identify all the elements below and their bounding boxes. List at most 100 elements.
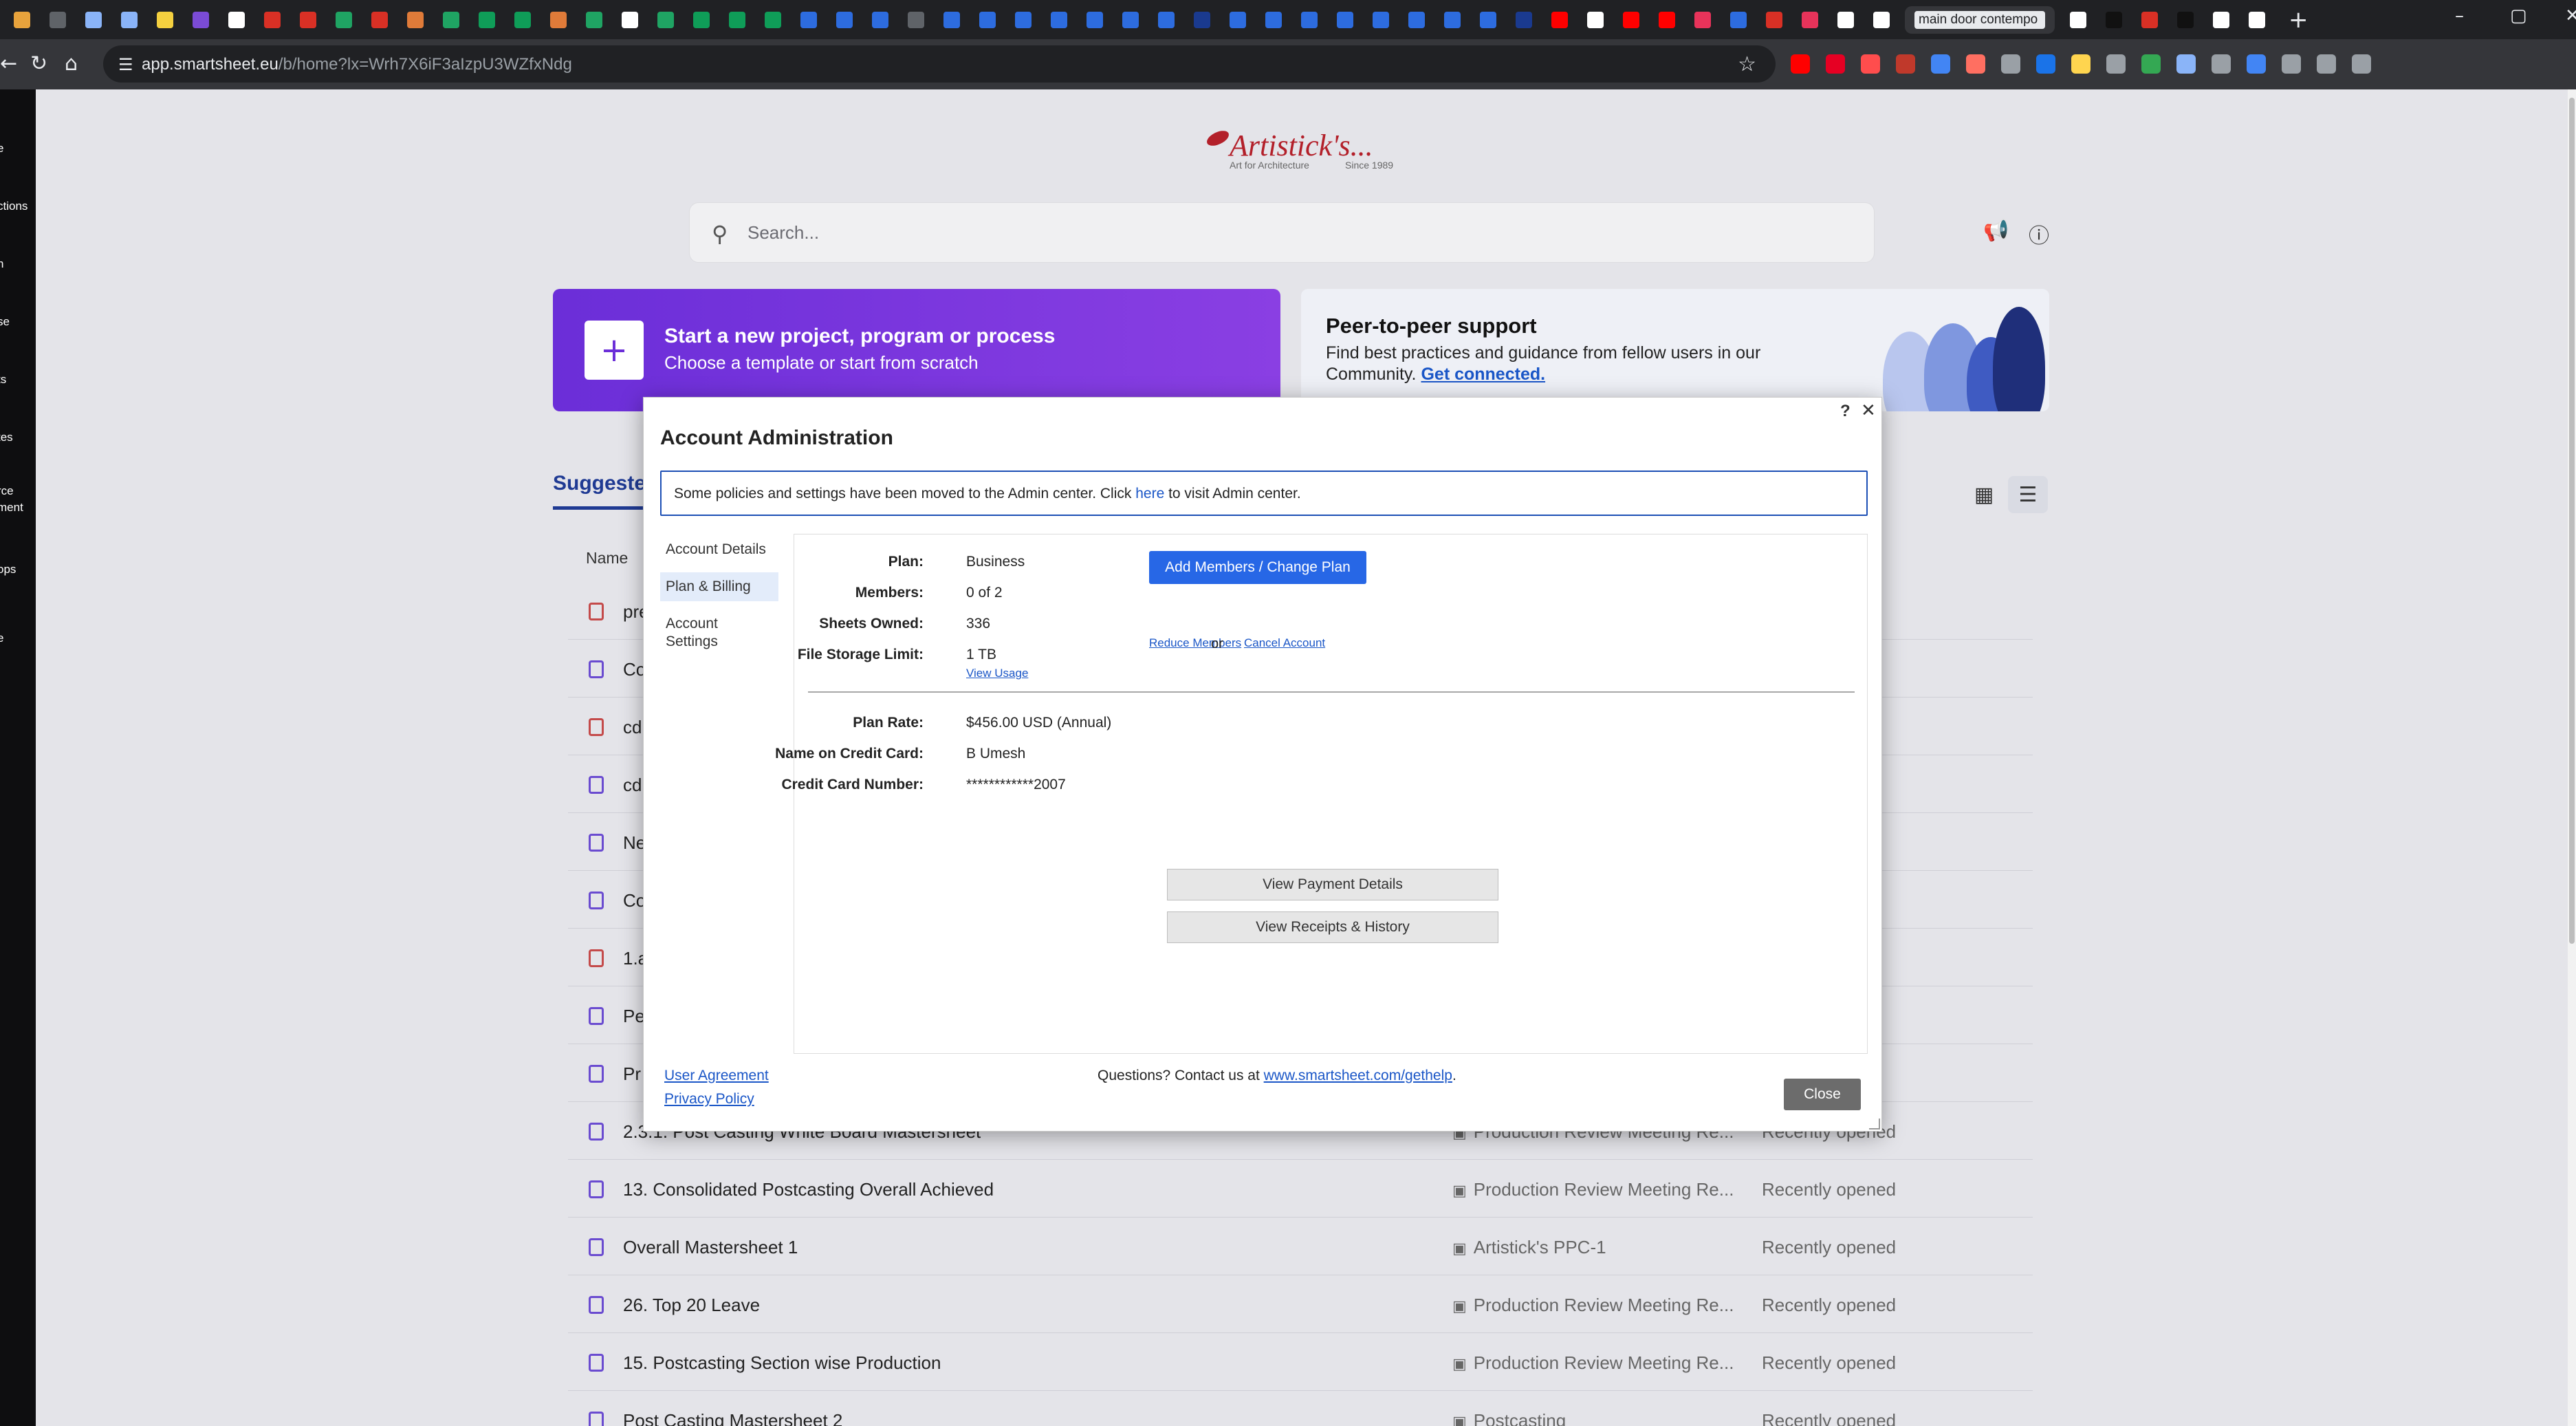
scrollbar-thumb[interactable]: [2569, 98, 2575, 944]
row-name[interactable]: Overall Mastersheet 1: [623, 1237, 798, 1258]
extension-icon[interactable]: [2212, 54, 2231, 74]
tab-favicon-icon[interactable]: [622, 11, 638, 28]
rail-item-label[interactable]: rce: [0, 484, 14, 498]
tab-favicon-icon[interactable]: [1230, 11, 1246, 28]
tab-favicon-icon[interactable]: [85, 11, 102, 28]
rail-item-label[interactable]: ts: [0, 373, 6, 387]
extension-icon[interactable]: [2071, 54, 2091, 74]
row-name[interactable]: Post Casting Mastersheet 2: [623, 1410, 842, 1426]
home-icon[interactable]: ⌂: [65, 52, 78, 76]
grid-view-icon[interactable]: ▦: [1964, 476, 2004, 513]
tab-favicon-icon[interactable]: [336, 11, 352, 28]
tab-favicon-icon[interactable]: [550, 11, 567, 28]
minimize-button[interactable]: –: [2455, 6, 2464, 26]
table-row[interactable]: 15. Postcasting Section wise Production ▣…: [568, 1333, 2033, 1391]
tab-favicon-icon[interactable]: [800, 11, 817, 28]
extension-icon[interactable]: [2176, 54, 2196, 74]
tab-favicon-icon[interactable]: [1480, 11, 1496, 28]
tab-favicon-icon[interactable]: [157, 11, 173, 28]
extension-icon[interactable]: [2317, 54, 2336, 74]
table-row[interactable]: 26. Top 20 Leave ▣ Production Review Meeti…: [568, 1275, 2033, 1333]
reload-icon[interactable]: ↻: [30, 52, 47, 76]
extension-icon[interactable]: [1896, 54, 1915, 74]
tab-favicon-icon[interactable]: [1087, 11, 1103, 28]
rail-item-label[interactable]: e: [0, 142, 3, 155]
cancel-account-link[interactable]: Cancel Account: [1244, 636, 1325, 650]
rail-item-label[interactable]: tes: [0, 431, 13, 444]
tab-favicon-icon[interactable]: [1158, 11, 1175, 28]
address-url[interactable]: app.smartsheet.eu/b/home?lx=Wrh7X6iF3aIz…: [142, 55, 572, 74]
window-close-button[interactable]: ✕: [2565, 6, 2576, 26]
extension-icon[interactable]: [2282, 54, 2301, 74]
tab-favicon-icon[interactable]: [443, 11, 459, 28]
row-name[interactable]: 13. Consolidated Postcasting Overall Ach…: [623, 1179, 994, 1200]
page-scrollbar[interactable]: [2568, 89, 2576, 1426]
site-info-icon[interactable]: ☰: [118, 55, 133, 74]
tab-favicon-icon[interactable]: [693, 11, 710, 28]
tab-favicon-icon[interactable]: [1516, 11, 1532, 28]
tab-favicon-icon[interactable]: [836, 11, 853, 28]
nav-account-settings[interactable]: Account Settings: [660, 609, 756, 656]
maximize-button[interactable]: ▢: [2510, 6, 2527, 26]
tab-favicon-icon[interactable]: [979, 11, 996, 28]
tab-favicon-icon[interactable]: [1051, 11, 1067, 28]
tab-favicon-icon[interactable]: [872, 11, 888, 28]
rail-item-label[interactable]: se: [0, 315, 10, 329]
tab-favicon-icon[interactable]: [1623, 11, 1639, 28]
view-payment-details-button[interactable]: View Payment Details: [1167, 869, 1498, 900]
tab-favicon-icon[interactable]: [2213, 11, 2229, 28]
new-tab-button[interactable]: +: [2289, 6, 2308, 34]
tab-favicon-icon[interactable]: [1659, 11, 1675, 28]
table-row[interactable]: Overall Mastersheet 1 ▣ Artistick's PPC-1 R…: [568, 1218, 2033, 1275]
active-tab[interactable]: main door contempo: [1905, 6, 2055, 34]
extension-icon[interactable]: [2247, 54, 2266, 74]
dialog-help-icon[interactable]: ?: [1840, 402, 1851, 421]
extension-icon[interactable]: [1791, 54, 1810, 74]
tab-favicon-icon[interactable]: [479, 11, 495, 28]
tab-favicon-icon[interactable]: [1587, 11, 1604, 28]
tab-favicon-icon[interactable]: [121, 11, 138, 28]
new-project-banner[interactable]: + Start a new project, program or proces…: [553, 289, 1280, 411]
extension-icon[interactable]: [2001, 54, 2020, 74]
tab-favicon-icon[interactable]: [1694, 11, 1711, 28]
add-members-button[interactable]: Add Members / Change Plan: [1149, 551, 1366, 584]
get-connected-link[interactable]: Get connected.: [1421, 365, 1545, 384]
tab-favicon-icon[interactable]: [1551, 11, 1568, 28]
address-bar[interactable]: ☰ app.smartsheet.eu/b/home?lx=Wrh7X6iF3a…: [103, 45, 1776, 83]
row-name[interactable]: 26. Top 20 Leave: [623, 1295, 760, 1316]
tab-favicon-icon[interactable]: [908, 11, 924, 28]
table-row[interactable]: 13. Consolidated Postcasting Overall Ach…: [568, 1160, 2033, 1218]
rail-item-label[interactable]: e: [0, 631, 3, 645]
view-usage-link[interactable]: View Usage: [966, 667, 1028, 680]
tab-favicon-icon[interactable]: [228, 11, 245, 28]
tab-favicon-icon[interactable]: [1444, 11, 1461, 28]
nav-account-details[interactable]: Account Details: [660, 535, 778, 564]
rail-item-label[interactable]: ctions: [0, 199, 28, 213]
nav-plan-billing[interactable]: Plan & Billing: [660, 572, 778, 601]
extension-icon[interactable]: [2036, 54, 2055, 74]
tab-favicon-icon[interactable]: [2070, 11, 2086, 28]
dialog-close-icon[interactable]: ✕: [1861, 400, 1876, 421]
row-name[interactable]: cd: [623, 775, 642, 796]
tab-favicon-icon[interactable]: [1766, 11, 1782, 28]
back-icon[interactable]: ←: [0, 52, 17, 76]
tab-favicon-icon[interactable]: [729, 11, 745, 28]
row-name[interactable]: 15. Postcasting Section wise Production: [623, 1352, 941, 1374]
row-name[interactable]: cd: [623, 717, 642, 738]
tab-favicon-icon[interactable]: [50, 11, 66, 28]
tab-favicon-icon[interactable]: [1837, 11, 1854, 28]
tab-favicon-icon[interactable]: [264, 11, 281, 28]
tab-favicon-icon[interactable]: [943, 11, 960, 28]
search-input[interactable]: ⚲ Search...: [689, 202, 1875, 263]
help-icon[interactable]: ⓘ: [2029, 219, 2049, 249]
bookmark-star-icon[interactable]: ☆: [1738, 52, 1756, 76]
gethelp-link[interactable]: www.smartsheet.com/gethelp: [1264, 1068, 1452, 1083]
tab-favicon-icon[interactable]: [300, 11, 316, 28]
reduce-members-link[interactable]: Reduce Members: [1149, 636, 1241, 650]
rail-item-label[interactable]: ment: [0, 501, 23, 515]
tab-favicon-icon[interactable]: [514, 11, 531, 28]
tab-favicon-icon[interactable]: [765, 11, 781, 28]
row-name[interactable]: Pr: [623, 1063, 641, 1085]
privacy-policy-link[interactable]: Privacy Policy: [664, 1091, 754, 1108]
tab-favicon-icon[interactable]: [2177, 11, 2194, 28]
